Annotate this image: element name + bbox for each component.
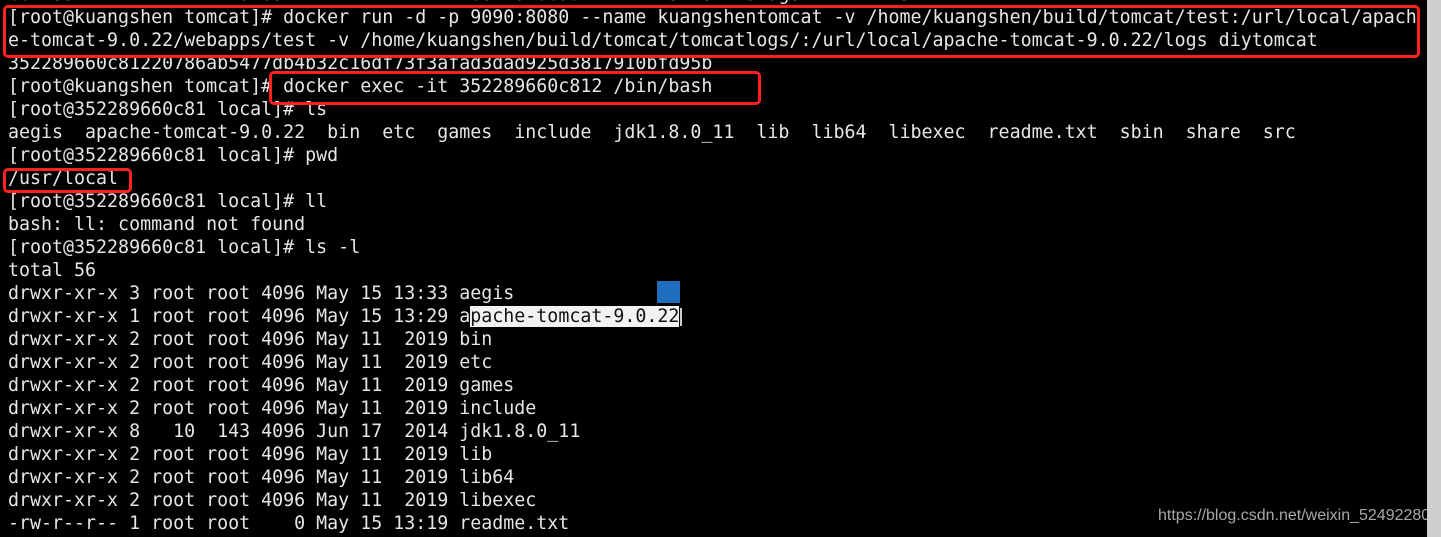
scrollbar[interactable] — [1427, 0, 1441, 537]
blue-square-artifact — [657, 281, 680, 303]
text-cursor-icon — [680, 308, 683, 326]
highlight-box-docker-run — [3, 5, 1420, 58]
terminal-line: [root@352289660c81 local]# pwd — [8, 145, 339, 166]
terminal-line: drwxr-xr-x 2 root root 4096 May 11 2019 … — [8, 398, 537, 419]
terminal-line: drwxr-xr-x 2 root root 4096 May 11 2019 … — [8, 467, 515, 488]
terminal-line: bash: ll: command not found — [8, 214, 306, 235]
terminal-line: drwxr-xr-x 3 root root 4096 May 15 13:33… — [8, 283, 515, 304]
highlight-box-docker-exec — [269, 71, 761, 105]
terminal-window[interactable]: centos latest 470671670cad 3 months ago … — [0, 0, 1427, 537]
highlight-box-pwd-output — [3, 168, 132, 193]
terminal-line: drwxr-xr-x 2 root root 4096 May 11 2019 … — [8, 329, 493, 350]
selected-line-prefix: drwxr-xr-x 1 root root 4096 May 15 13:29… — [8, 306, 471, 327]
terminal-line: [root@352289660c81 local]# ll — [8, 191, 328, 212]
terminal-line: /usr/local — [8, 168, 119, 189]
terminal-line: drwxr-xr-x 2 root root 4096 May 11 2019 … — [8, 352, 493, 373]
terminal-line: [root@352289660c81 local]# ls -l — [8, 237, 361, 258]
terminal-line: aegis apache-tomcat-9.0.22 bin etc games… — [8, 122, 1296, 143]
terminal-line: total 56 — [8, 260, 97, 281]
terminal-line: drwxr-xr-x 1 root root 4096 May 15 13:29… — [8, 305, 1417, 328]
watermark: https://blog.csdn.net/weixin_52492280 — [1158, 507, 1427, 524]
terminal-line: drwxr-xr-x 2 root root 4096 May 11 2019 … — [8, 375, 515, 396]
terminal-line: drwxr-xr-x 8 10 143 4096 Jun 17 2014 jdk… — [8, 421, 581, 442]
terminal-line: drwxr-xr-x 2 root root 4096 May 11 2019 … — [8, 444, 493, 465]
text-selection[interactable]: pache-tomcat-9.0.22 — [470, 306, 680, 327]
